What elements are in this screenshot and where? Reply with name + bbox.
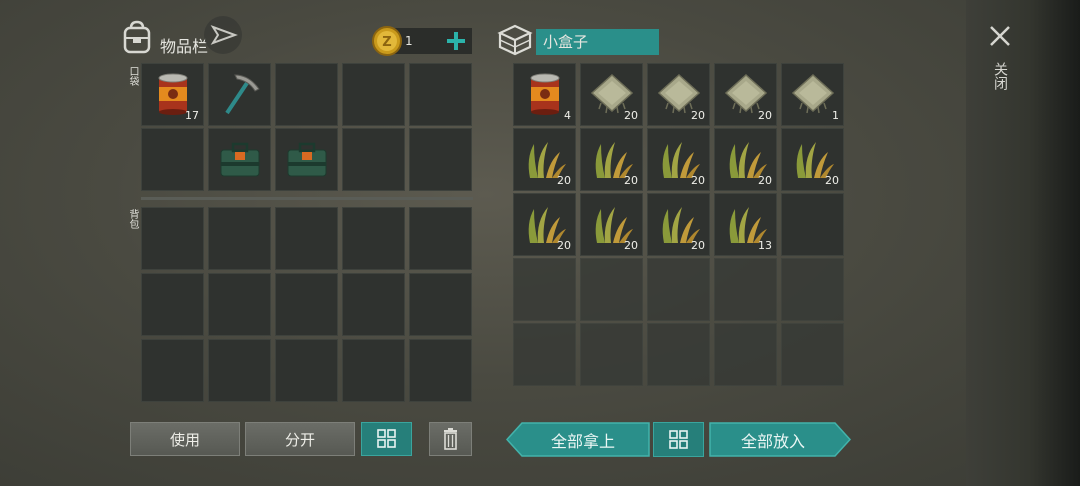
- inventory-slot[interactable]: [141, 128, 204, 191]
- inventory-title: 物品栏: [160, 37, 209, 56]
- inventory-slot[interactable]: [141, 207, 204, 270]
- item-count: 1: [832, 109, 839, 122]
- item-count: 4: [564, 109, 571, 122]
- inventory-slot[interactable]: [275, 207, 338, 270]
- backpack-icon: [123, 20, 151, 54]
- inventory-slot[interactable]: 20: [714, 63, 777, 126]
- item-count: 20: [624, 174, 638, 187]
- box-icon: [497, 24, 533, 56]
- grid-sort-icon: [669, 430, 688, 449]
- item-count: 20: [691, 174, 705, 187]
- inventory-slot[interactable]: 17: [141, 63, 204, 126]
- inventory-slot[interactable]: 20: [580, 193, 643, 256]
- toolbox-icon: [220, 142, 260, 177]
- inventory-slot[interactable]: [409, 273, 472, 336]
- inventory-slot[interactable]: [647, 258, 710, 321]
- backpack-label: 背包: [127, 209, 138, 229]
- inventory-slot[interactable]: [781, 323, 844, 386]
- divider: [141, 197, 473, 200]
- inventory-slot[interactable]: 13: [714, 193, 777, 256]
- inventory-slot[interactable]: 20: [647, 128, 710, 191]
- inventory-slot[interactable]: [342, 273, 405, 336]
- inventory-slot[interactable]: [781, 258, 844, 321]
- inventory-slot[interactable]: [275, 128, 338, 191]
- inventory-slot[interactable]: [208, 128, 271, 191]
- inventory-slot[interactable]: 20: [580, 63, 643, 126]
- inventory-slot[interactable]: [781, 193, 844, 256]
- item-count: 20: [557, 174, 571, 187]
- sort-button[interactable]: [361, 422, 412, 456]
- inventory-slot[interactable]: 20: [781, 128, 844, 191]
- inventory-slot[interactable]: [409, 339, 472, 402]
- inventory-slot[interactable]: 1: [781, 63, 844, 126]
- inventory-slot[interactable]: [275, 273, 338, 336]
- inventory-slot[interactable]: 20: [580, 128, 643, 191]
- inventory-slot[interactable]: [342, 128, 405, 191]
- grid-sort-icon: [377, 429, 396, 448]
- inventory-slot[interactable]: [208, 339, 271, 402]
- coin-count: 1: [405, 34, 413, 48]
- inventory-slot[interactable]: [513, 323, 576, 386]
- inventory-slot[interactable]: [409, 63, 472, 126]
- take-all-button[interactable]: 全部拿上: [520, 422, 646, 457]
- inventory-slot[interactable]: [141, 339, 204, 402]
- inventory-slot[interactable]: [342, 207, 405, 270]
- coin-icon: Z: [372, 26, 402, 56]
- side-panel: [966, 0, 1080, 486]
- trash-icon: [444, 428, 457, 450]
- inventory-slot[interactable]: [275, 63, 338, 126]
- inventory-slot[interactable]: [208, 63, 271, 126]
- inventory-slot[interactable]: [647, 323, 710, 386]
- inventory-slot[interactable]: [714, 323, 777, 386]
- inventory-slot[interactable]: 20: [513, 128, 576, 191]
- container-sort-button[interactable]: [653, 422, 704, 457]
- inventory-slot[interactable]: [513, 258, 576, 321]
- toolbox-icon: [287, 142, 327, 177]
- item-count: 20: [691, 109, 705, 122]
- item-count: 20: [825, 174, 839, 187]
- pickaxe-icon: [225, 74, 260, 115]
- inventory-slot[interactable]: [208, 273, 271, 336]
- inventory-slot[interactable]: [208, 207, 271, 270]
- use-button[interactable]: 使用: [130, 422, 240, 456]
- item-count: 17: [185, 109, 199, 122]
- close-label[interactable]: 关闭: [990, 62, 1010, 90]
- inventory-slot[interactable]: [580, 258, 643, 321]
- item-count: 20: [758, 174, 772, 187]
- item-count: 20: [624, 239, 638, 252]
- inventory-slot[interactable]: 20: [647, 63, 710, 126]
- inventory-slot[interactable]: 20: [513, 193, 576, 256]
- inventory-slot[interactable]: 20: [714, 128, 777, 191]
- inventory-slot[interactable]: [141, 273, 204, 336]
- inventory-slot[interactable]: [409, 128, 472, 191]
- inventory-slot[interactable]: [342, 339, 405, 402]
- svg-text:Z: Z: [382, 35, 391, 50]
- item-count: 20: [557, 239, 571, 252]
- share-arrow-icon[interactable]: [203, 15, 243, 55]
- inventory-slot[interactable]: 20: [647, 193, 710, 256]
- trash-button[interactable]: [429, 422, 472, 456]
- container-name: 小盒子: [536, 29, 659, 55]
- item-count: 20: [691, 239, 705, 252]
- inventory-slot[interactable]: 4: [513, 63, 576, 126]
- pocket-label: 口袋: [127, 66, 138, 86]
- put-all-button[interactable]: 全部放入: [710, 422, 836, 457]
- inventory-slot[interactable]: [342, 63, 405, 126]
- canned-food-icon: [530, 73, 560, 115]
- inventory-slot[interactable]: [714, 258, 777, 321]
- cloth-icon: [791, 73, 835, 114]
- split-button[interactable]: 分开: [245, 422, 355, 456]
- item-count: 20: [624, 109, 638, 122]
- item-count: 13: [758, 239, 772, 252]
- close-icon[interactable]: [988, 24, 1012, 48]
- plus-icon[interactable]: [446, 31, 466, 51]
- item-count: 20: [758, 109, 772, 122]
- inventory-slot[interactable]: [580, 323, 643, 386]
- inventory-slot[interactable]: [275, 339, 338, 402]
- inventory-slot[interactable]: [409, 207, 472, 270]
